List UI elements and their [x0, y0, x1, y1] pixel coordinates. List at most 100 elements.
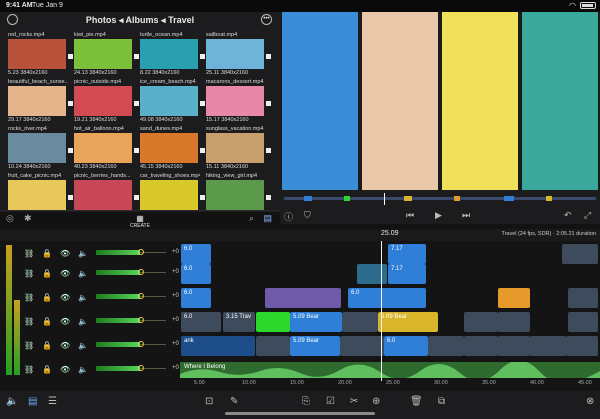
speaker-icon[interactable]: 🔈 — [78, 317, 88, 326]
link-icon[interactable]: ⛓ — [24, 269, 34, 278]
breadcrumb[interactable]: Photos ◂ Albums ◂ Travel — [0, 15, 280, 26]
fullscreen-icon[interactable]: ⤢ — [584, 210, 591, 221]
timeline-clip[interactable] — [566, 336, 598, 356]
timeline-clip[interactable] — [562, 244, 598, 264]
inspector-icon[interactable]: ▤ — [28, 396, 37, 407]
lock-icon[interactable]: 🔒 — [42, 269, 52, 278]
select-checkbox[interactable] — [266, 195, 271, 200]
link-icon[interactable]: ⛓ — [24, 249, 34, 258]
list-icon[interactable]: ☰ — [48, 396, 57, 407]
speaker-icon[interactable]: 🔈 — [78, 269, 88, 278]
scissors-icon[interactable]: ✂ — [350, 396, 358, 407]
media-clip[interactable]: sand_dunes.mp4 45.15 3840x2160 — [138, 126, 205, 170]
timeline-clip[interactable] — [464, 312, 498, 332]
skip-forward-icon[interactable]: ⏭ — [462, 210, 470, 221]
timeline-clip[interactable]: 5.09 Bear — [378, 312, 438, 332]
volume-knob[interactable] — [138, 269, 144, 275]
eye-icon[interactable]: 👁 — [60, 365, 70, 374]
timeline-clip[interactable] — [256, 336, 290, 356]
timeline-clip[interactable] — [498, 288, 530, 308]
media-clip[interactable]: hot_air_balloon.mp4 40.23 3840x2160 — [72, 126, 139, 170]
media-clip[interactable]: sailboat.mp4 25.11 3840x2160 — [204, 32, 271, 76]
select-checkbox[interactable] — [266, 148, 271, 153]
mini-timeline[interactable] — [284, 193, 596, 205]
trash-icon[interactable]: 🗑 — [410, 396, 423, 407]
timeline-clip[interactable]: 7.17 — [388, 244, 426, 264]
timeline-clip[interactable]: 6.0 — [348, 288, 426, 308]
link-icon[interactable]: ⛓ — [24, 317, 34, 326]
volume-knob[interactable] — [138, 365, 144, 371]
add-icon[interactable]: ⊕ — [372, 396, 380, 407]
timeline-clip[interactable]: 3.15 Trav — [223, 312, 255, 332]
speaker-icon[interactable]: 🔈 — [78, 249, 88, 258]
timeline-clip[interactable] — [340, 336, 384, 356]
info-icon[interactable]: ⓘ — [284, 210, 293, 223]
timeline-clip[interactable] — [256, 312, 290, 332]
timeline-clip[interactable]: 6.0 — [181, 264, 211, 284]
lock-icon[interactable]: 🔒 — [42, 249, 52, 258]
zoom-icon[interactable]: ⊗ — [586, 396, 594, 407]
media-clip[interactable]: macarons_dessert.mp4 15.17 3840x2160 — [204, 79, 271, 123]
media-clip[interactable]: kiwi_pie.mp4 24.13 3840x2160 — [72, 32, 139, 76]
timeline-clip[interactable]: 6.0 — [384, 336, 428, 356]
speaker-icon[interactable]: 🔈 — [78, 365, 88, 374]
timeline-clip[interactable] — [265, 288, 341, 308]
shield-icon[interactable]: ⛉ — [304, 210, 311, 221]
timeline-clip[interactable] — [498, 312, 530, 332]
timeline-clip[interactable] — [464, 336, 498, 356]
volume-knob[interactable] — [138, 341, 144, 347]
media-clip[interactable]: ice_cream_beach.mp4 49.08 3840x2160 — [138, 79, 205, 123]
select-checkbox[interactable] — [266, 54, 271, 59]
volume-knob[interactable] — [138, 293, 144, 299]
link-icon[interactable]: ⛓ — [24, 365, 34, 374]
speaker-icon[interactable]: 🔈 — [78, 293, 88, 302]
media-clip[interactable]: red_rocks.mp4 5.23 3840x2160 — [6, 32, 73, 76]
timeline-clip[interactable] — [530, 336, 566, 356]
timeline-clip[interactable] — [568, 312, 598, 332]
media-clip[interactable]: rocks_river.mp4 10.24 3840x2160 — [6, 126, 73, 170]
play-icon[interactable]: ▶ — [435, 210, 442, 221]
star-icon[interactable]: ✱ — [24, 213, 32, 224]
timeline-clip[interactable] — [498, 336, 530, 356]
grid-view-icon[interactable]: ▤ — [263, 213, 272, 224]
timeline-clip[interactable] — [357, 264, 387, 284]
timeline-clip[interactable]: 7.17 — [388, 264, 426, 284]
playhead[interactable] — [381, 241, 382, 381]
crop-icon[interactable]: ⊡ — [205, 396, 213, 407]
select-checkbox[interactable] — [266, 101, 271, 106]
media-clip[interactable]: beautiful_beach_sunse... 29.17 3840x2160 — [6, 79, 73, 123]
media-clip[interactable]: sunglass_vacation.mp4 15.11 3840x2160 — [204, 126, 271, 170]
media-clip[interactable]: turtle_ocean.mp4 8.22 3840x2160 — [138, 32, 205, 76]
eye-icon[interactable]: 👁 — [60, 293, 70, 302]
skip-back-icon[interactable]: ⏮ — [406, 210, 414, 221]
timeline-clip[interactable] — [428, 336, 464, 356]
audio-track[interactable]: Where I Belong — [180, 362, 600, 378]
more-icon[interactable]: ••• — [261, 14, 272, 25]
timeline-clip[interactable] — [342, 312, 378, 332]
timeline-clip[interactable]: ank — [181, 336, 255, 356]
timeline-clip[interactable]: 6.0 — [181, 288, 211, 308]
time-ruler[interactable]: 5.00 10.00 15.00 20.00 25.00 30.00 35.00 40.00 4… — [180, 378, 600, 390]
timeline-clip[interactable] — [568, 288, 598, 308]
lock-icon[interactable]: 🔒 — [42, 365, 52, 374]
eye-icon[interactable]: 👁 — [60, 317, 70, 326]
lock-icon[interactable]: 🔒 — [42, 317, 52, 326]
timeline-clip[interactable]: 5.09 Bear — [290, 336, 340, 356]
eye-icon[interactable]: 👁 — [60, 249, 70, 258]
split-icon[interactable]: ⧉ — [438, 396, 445, 407]
volume-knob[interactable] — [138, 249, 144, 255]
link-icon[interactable]: ⛓ — [24, 293, 34, 302]
search-icon[interactable]: ⌕ — [249, 213, 254, 224]
undo-icon[interactable]: ↶ — [564, 210, 572, 221]
lock-icon[interactable]: 🔒 — [42, 293, 52, 302]
lock-icon[interactable]: 🔒 — [42, 341, 52, 350]
pen-icon[interactable]: ✎ — [230, 396, 238, 407]
link-icon[interactable]: ⛓ — [24, 341, 34, 350]
timeline-clip[interactable]: 6.0 — [181, 312, 221, 332]
timeline-clip[interactable]: 5.09 Bear — [290, 312, 342, 332]
volume-icon[interactable]: 🔈 — [6, 396, 18, 407]
eye-icon[interactable]: 👁 — [60, 269, 70, 278]
timeline-clip[interactable]: 6.0 — [181, 244, 211, 264]
speaker-icon[interactable]: 🔈 — [78, 341, 88, 350]
export-icon[interactable]: ⎘ — [302, 396, 310, 407]
